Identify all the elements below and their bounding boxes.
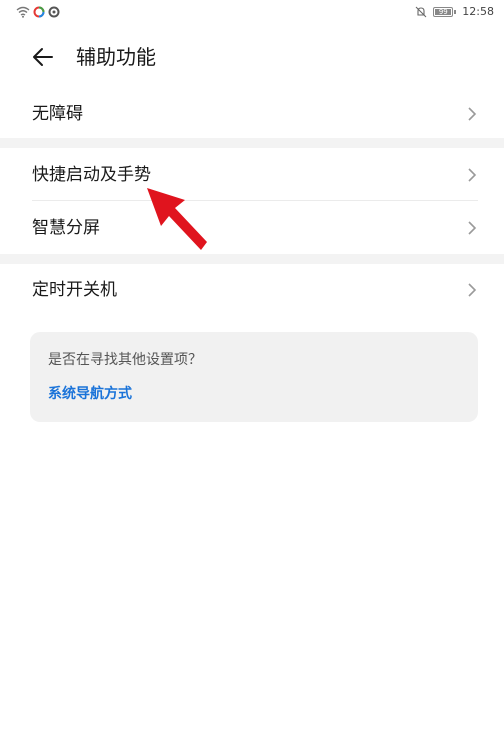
suggestion-card: 是否在寻找其他设置项？ 系统导航方式: [30, 332, 478, 422]
annotation-arrow-icon: [147, 188, 207, 250]
back-arrow-icon[interactable]: [30, 44, 56, 70]
divider: [32, 200, 478, 201]
menu-item-label: 无障碍: [32, 104, 83, 124]
status-bar: 99 12:58: [0, 0, 504, 28]
menu-item-label: 智慧分屏: [32, 218, 100, 238]
menu-item-shortcuts-gestures[interactable]: 快捷启动及手势: [0, 150, 504, 200]
group-separator: [0, 138, 504, 148]
menu-item-accessibility[interactable]: 无障碍: [0, 92, 504, 136]
header: 辅助功能: [0, 36, 504, 80]
status-right: 99 12:58: [415, 5, 494, 18]
chevron-right-icon: [468, 283, 477, 297]
menu-item-label: 快捷启动及手势: [32, 165, 151, 185]
status-time: 12:58: [462, 5, 494, 18]
wifi-icon: [16, 6, 30, 18]
battery-level: 99: [438, 7, 448, 16]
app-notification-icon: [33, 6, 45, 18]
group-separator: [0, 254, 504, 264]
page-title: 辅助功能: [76, 45, 156, 69]
menu-item-scheduled-power[interactable]: 定时开关机: [0, 264, 504, 316]
system-navigation-link[interactable]: 系统导航方式: [48, 384, 132, 404]
status-left: [16, 6, 60, 18]
mute-icon: [415, 6, 427, 17]
menu-item-smart-split-screen[interactable]: 智慧分屏: [0, 202, 504, 252]
menu-item-label: 定时开关机: [32, 280, 117, 300]
chevron-right-icon: [468, 221, 477, 235]
chevron-right-icon: [468, 168, 477, 182]
app-notification-icon: [48, 6, 60, 18]
suggestion-question: 是否在寻找其他设置项？: [48, 352, 202, 368]
chevron-right-icon: [468, 107, 477, 121]
battery-indicator: 99: [433, 6, 457, 17]
